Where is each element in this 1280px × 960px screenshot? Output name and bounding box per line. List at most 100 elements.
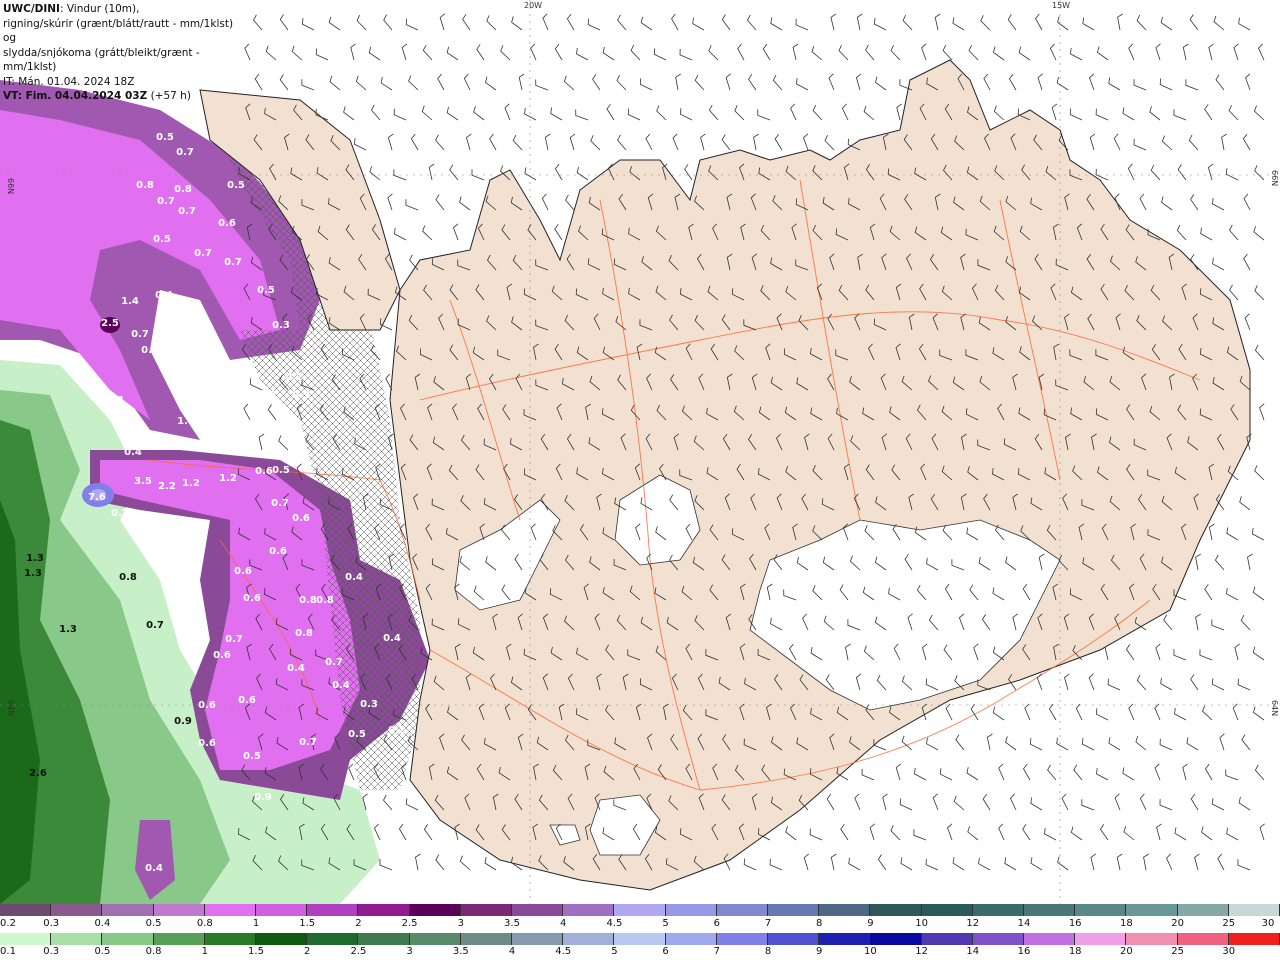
- snow-value-label: 0.6: [243, 593, 261, 604]
- snow-value-label: 2.2: [158, 481, 176, 492]
- snow-colorbar-swatch: [256, 904, 308, 916]
- rain-colorbar-label: 9: [816, 946, 823, 957]
- lead-time: (+57 h): [147, 90, 191, 102]
- rain-colorbar-swatch: [870, 933, 922, 945]
- rain-value-label: 2.6: [29, 768, 47, 779]
- snow-colorbar-swatch: [307, 904, 359, 916]
- rain-value-label: 1.3: [26, 553, 44, 564]
- lat-label-66n-left: 66N: [6, 178, 15, 194]
- rain-colorbar-label: 4.5: [555, 946, 572, 957]
- snow-value-label: 0.4: [145, 863, 163, 874]
- rain-colorbar-label: 7: [713, 946, 720, 957]
- rain-value-label: 1.3: [59, 624, 77, 635]
- rain-colorbar-swatch: [665, 933, 717, 945]
- snow-value-label: 0.8: [174, 184, 192, 195]
- rain-value-label: 0.7: [146, 620, 164, 631]
- snow-colorbar-label: 30: [1261, 918, 1275, 929]
- snow-colorbar-label: 2: [355, 918, 362, 929]
- rain-colorbar-label: 14: [966, 946, 980, 957]
- rain-colorbar-label: 5: [611, 946, 618, 957]
- snow-value-label: 3.5: [134, 476, 152, 487]
- rain-colorbar-swatch: [204, 933, 257, 945]
- snow-value-label: 0.3: [292, 390, 310, 401]
- snow-value-label: 1.4: [121, 296, 139, 307]
- rain-colorbar-swatch: [614, 933, 666, 945]
- snow-value-label: 0.8: [299, 595, 317, 606]
- snow-value-label: 0.5: [156, 132, 174, 143]
- snow-value-label: 0.6: [234, 566, 252, 577]
- snow-colorbar-swatch: [409, 904, 461, 916]
- snow-value-label: 0.3: [259, 390, 277, 401]
- lon-label-15w: 15W: [1052, 1, 1070, 10]
- snow-value-label: 2.5: [101, 318, 119, 329]
- rain-colorbar-label: 0.5: [94, 946, 111, 957]
- lat-label-64n-left: 64N: [6, 700, 15, 716]
- rain-colorbar-label: 0.3: [43, 946, 60, 957]
- snow-value-label: 0.6: [213, 650, 231, 661]
- rain-colorbar-swatch: [256, 933, 308, 945]
- lat-label-64n-right: 64N: [1270, 700, 1279, 716]
- snow-colorbar-swatch: [1177, 904, 1229, 916]
- valid-time: VT: Fim. 04.04.2024 03Z: [3, 90, 148, 102]
- snow-colorbar-label: 0.3: [43, 918, 60, 929]
- snow-colorbar-swatch: [102, 904, 154, 916]
- rain-colorbar-swatch: [153, 933, 205, 945]
- snow-value-label: 0.6: [255, 466, 273, 477]
- rain-colorbar-label: 6: [662, 946, 669, 957]
- rain-colorbar-swatch: [102, 933, 154, 945]
- rain-colorbar-swatch: [1177, 933, 1229, 945]
- snow-value-label: 0.4: [155, 290, 173, 301]
- snow-value-label: 0.6: [198, 738, 216, 749]
- snow-colorbar-label: 25: [1222, 918, 1236, 929]
- snow-colorbar-swatch: [204, 904, 257, 916]
- snow-value-label: 0.5: [243, 751, 261, 762]
- snow-value-label: 0.5: [227, 180, 245, 191]
- snow-value-label: 0.7: [225, 634, 243, 645]
- rain-colorbar-label: 0.1: [0, 946, 16, 957]
- rain-colorbar-label: 18: [1068, 946, 1082, 957]
- snow-value-label: 0.5: [257, 285, 275, 296]
- snow-colorbar-label: 0.8: [196, 918, 213, 929]
- snow-colorbar-label: 9: [867, 918, 874, 929]
- title-desc-2: rigning/skúrir (grænt/blátt/rautt - mm/1…: [3, 17, 234, 45]
- snow-value-label: 0.4: [29, 347, 47, 358]
- snow-colorbar-swatch: [972, 904, 1025, 916]
- rain-colorbar-swatch: [460, 933, 513, 945]
- snow-colorbar-label: 3.5: [504, 918, 520, 929]
- rain-value-label: 0.9: [174, 716, 192, 727]
- title-desc-1: : Vindur (10m),: [59, 3, 140, 15]
- rain-colorbar-label: 8: [764, 946, 772, 957]
- snow-colorbar-label: 4: [560, 918, 567, 929]
- snow-value-label: 1.2: [219, 473, 237, 484]
- rain-colorbar-swatch: [819, 933, 871, 945]
- rain-value-label: 1.3: [24, 568, 42, 579]
- snow-value-label: 0.8: [136, 180, 154, 191]
- snow-colorbar-label: 10: [915, 918, 928, 929]
- snow-value-label: 0.7: [178, 206, 196, 217]
- snow-colorbar-label: 20: [1171, 918, 1184, 929]
- snow-colorbar-label: 3: [457, 918, 464, 929]
- snow-colorbar-label: 5: [662, 918, 669, 929]
- snow-colorbar-label: 0.4: [94, 918, 111, 929]
- snow-value-label: 0.6: [269, 546, 287, 557]
- snow-colorbar-swatch: [819, 904, 871, 916]
- snow-value-label: 0.5: [348, 729, 366, 740]
- snow-value-label: 0.6: [198, 700, 216, 711]
- rain-colorbar-label: 2: [304, 946, 311, 957]
- snow-colorbar-swatch: [153, 904, 205, 916]
- rain-colorbar-label: 2.5: [350, 946, 367, 957]
- rain-colorbar-swatch: [358, 933, 410, 945]
- issue-time: IT: Mán. 01.04. 2024 18Z: [3, 75, 135, 88]
- rain-colorbar-swatch: [409, 933, 461, 945]
- snow-value-label: 0.2: [285, 372, 303, 383]
- snow-value-label: 1.4: [177, 416, 195, 427]
- snow-colorbar-swatch: [51, 904, 103, 916]
- snow-value-label: 0.3: [360, 699, 378, 710]
- snow-value-label: 0.7: [194, 248, 212, 259]
- rain-colorbar-label: 3.5: [452, 946, 469, 957]
- snow-value-label: 0.8: [316, 595, 334, 606]
- snow-colorbar-label: 2.5: [401, 918, 418, 929]
- snow-colorbar-label: 8: [816, 918, 823, 929]
- rain-colorbar-swatch: [921, 933, 973, 945]
- snow-value-label: 0.2: [388, 725, 406, 736]
